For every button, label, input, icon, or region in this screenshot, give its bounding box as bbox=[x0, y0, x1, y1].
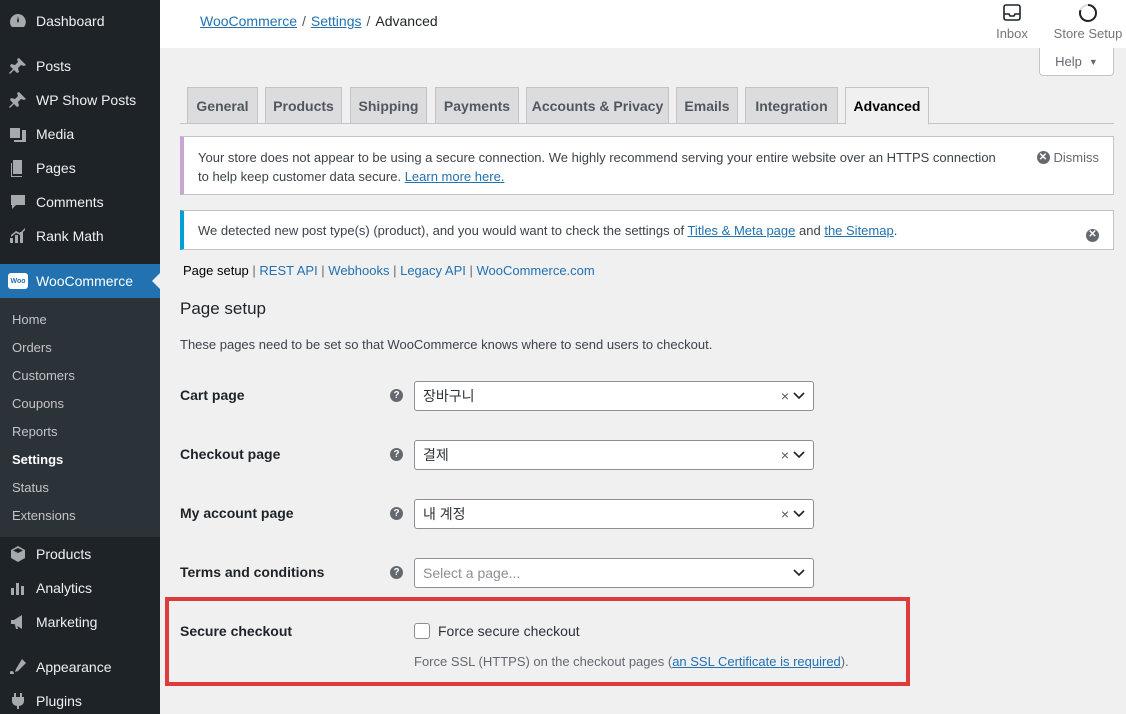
rank-math-icon bbox=[0, 226, 36, 246]
terms-conditions-select[interactable]: Select a page... bbox=[414, 558, 814, 588]
subsection-nav: Page setup | REST API | Webhooks | Legac… bbox=[183, 263, 595, 278]
help-tip-icon[interactable]: ? bbox=[390, 389, 403, 402]
tab-accounts-privacy[interactable]: Accounts & Privacy bbox=[526, 87, 669, 124]
clear-icon[interactable]: × bbox=[781, 447, 789, 463]
subsection-rest-api[interactable]: REST API bbox=[259, 263, 317, 278]
submenu-coupons[interactable]: Coupons bbox=[12, 396, 64, 411]
chevron-down-icon bbox=[793, 510, 805, 518]
cart-page-select[interactable]: 장바구니 × bbox=[414, 381, 814, 411]
clear-icon[interactable]: × bbox=[781, 506, 789, 522]
menu-item-marketing[interactable]: Marketing bbox=[0, 605, 160, 639]
post-type-notice: We detected new post type(s) (product), … bbox=[180, 210, 1114, 250]
active-menu-arrow bbox=[152, 273, 160, 289]
terms-conditions-label: Terms and conditions bbox=[180, 564, 325, 580]
page-setup-description: These pages need to be set so that WooCo… bbox=[180, 337, 713, 352]
menu-item-dashboard[interactable]: Dashboard bbox=[0, 4, 160, 38]
top-header: WooCommerce / Settings / Advanced Inbox Stor… bbox=[160, 0, 1126, 48]
tab-products[interactable]: Products bbox=[265, 87, 342, 124]
plugins-icon bbox=[0, 691, 36, 711]
subsection-webhooks[interactable]: Webhooks bbox=[328, 263, 389, 278]
tab-emails[interactable]: Emails bbox=[676, 87, 738, 124]
checkout-page-label: Checkout page bbox=[180, 446, 281, 462]
tab-general[interactable]: General bbox=[187, 87, 258, 124]
menu-item-products[interactable]: Products bbox=[0, 537, 160, 571]
menu-item-comments[interactable]: Comments bbox=[0, 185, 160, 219]
subsection-page-setup[interactable]: Page setup bbox=[183, 263, 249, 278]
submenu-customers[interactable]: Customers bbox=[12, 368, 75, 383]
ssl-description: Force SSL (HTTPS) on the checkout pages … bbox=[414, 654, 849, 669]
submenu-settings[interactable]: Settings bbox=[12, 452, 63, 467]
woo-icon: Woo bbox=[0, 273, 36, 289]
inbox-icon bbox=[1003, 4, 1021, 21]
admin-sidebar: Dashboard Posts WP Show Posts Media Page… bbox=[0, 0, 160, 714]
inbox-button[interactable]: Inbox bbox=[987, 2, 1037, 41]
force-secure-checkout-checkbox[interactable] bbox=[414, 623, 430, 639]
woocommerce-submenu: Home Orders Customers Coupons Reports Se… bbox=[0, 298, 160, 537]
media-icon bbox=[0, 124, 36, 144]
tab-shipping[interactable]: Shipping bbox=[350, 87, 427, 124]
ssl-notice: Your store does not appear to be using a… bbox=[180, 136, 1114, 195]
submenu-orders[interactable]: Orders bbox=[12, 340, 52, 355]
help-tip-icon[interactable]: ? bbox=[390, 566, 403, 579]
my-account-page-label: My account page bbox=[180, 505, 294, 521]
tab-payments[interactable]: Payments bbox=[435, 87, 519, 124]
menu-item-rank-math[interactable]: Rank Math bbox=[0, 219, 160, 253]
tab-integration[interactable]: Integration bbox=[745, 87, 838, 124]
caret-down-icon: ▼ bbox=[1088, 56, 1098, 67]
submenu-status[interactable]: Status bbox=[12, 480, 49, 495]
breadcrumb-woocommerce[interactable]: WooCommerce bbox=[200, 13, 297, 29]
products-icon bbox=[0, 544, 36, 564]
submenu-extensions[interactable]: Extensions bbox=[12, 508, 76, 523]
menu-item-pages[interactable]: Pages bbox=[0, 151, 160, 185]
store-setup-button[interactable]: Store Setup bbox=[1052, 2, 1124, 41]
my-account-page-select[interactable]: 내 계정 × bbox=[414, 499, 814, 529]
comments-icon bbox=[0, 192, 36, 212]
secure-checkout-label: Secure checkout bbox=[180, 623, 293, 639]
progress-ring-icon bbox=[1079, 4, 1097, 22]
pin-icon bbox=[0, 90, 36, 110]
highlight-box bbox=[165, 597, 910, 686]
pages-icon bbox=[0, 158, 36, 178]
titles-meta-link[interactable]: Titles & Meta page bbox=[687, 223, 795, 238]
menu-item-analytics[interactable]: Analytics bbox=[0, 571, 160, 605]
learn-more-link[interactable]: Learn more here. bbox=[405, 169, 505, 184]
menu-item-plugins[interactable]: Plugins bbox=[0, 684, 160, 714]
submenu-home[interactable]: Home bbox=[12, 312, 47, 327]
analytics-icon bbox=[0, 578, 36, 598]
menu-item-media[interactable]: Media bbox=[0, 117, 160, 151]
submenu-reports[interactable]: Reports bbox=[12, 424, 58, 439]
breadcrumb: WooCommerce / Settings / Advanced bbox=[200, 13, 438, 29]
notice-close-button[interactable]: ✕ bbox=[1086, 223, 1099, 242]
help-button[interactable]: Help ▼ bbox=[1039, 48, 1114, 76]
help-tip-icon[interactable]: ? bbox=[390, 448, 403, 461]
breadcrumb-settings[interactable]: Settings bbox=[311, 13, 362, 29]
chevron-down-icon bbox=[793, 392, 805, 400]
sitemap-link[interactable]: the Sitemap bbox=[824, 223, 893, 238]
dismiss-button[interactable]: ✕ Dismiss bbox=[1036, 148, 1099, 167]
chevron-down-icon bbox=[793, 451, 805, 459]
help-tip-icon[interactable]: ? bbox=[390, 507, 403, 520]
menu-item-wp-show-posts[interactable]: WP Show Posts bbox=[0, 83, 160, 117]
pin-icon bbox=[0, 56, 36, 76]
force-secure-checkout-row: Force secure checkout bbox=[414, 623, 580, 639]
marketing-icon bbox=[0, 612, 36, 632]
ssl-certificate-link[interactable]: an SSL Certificate is required bbox=[672, 654, 841, 669]
dashboard-icon bbox=[0, 11, 36, 31]
subsection-woocommerce-com[interactable]: WooCommerce.com bbox=[476, 263, 594, 278]
menu-item-woocommerce[interactable]: Woo WooCommerce bbox=[0, 264, 160, 298]
page-setup-title: Page setup bbox=[180, 299, 267, 318]
checkout-page-select[interactable]: 결제 × bbox=[414, 440, 814, 470]
menu-item-posts[interactable]: Posts bbox=[0, 49, 160, 83]
clear-icon[interactable]: × bbox=[781, 388, 789, 404]
cart-page-label: Cart page bbox=[180, 387, 245, 403]
close-circle-icon: ✕ bbox=[1086, 228, 1099, 242]
tab-advanced[interactable]: Advanced bbox=[845, 87, 929, 125]
force-secure-checkout-label[interactable]: Force secure checkout bbox=[438, 623, 580, 639]
appearance-icon bbox=[0, 657, 36, 677]
chevron-down-icon bbox=[793, 569, 805, 577]
breadcrumb-current: Advanced bbox=[375, 13, 438, 29]
subsection-legacy-api[interactable]: Legacy API bbox=[400, 263, 466, 278]
menu-item-appearance[interactable]: Appearance bbox=[0, 650, 160, 684]
close-circle-icon: ✕ bbox=[1036, 151, 1050, 164]
